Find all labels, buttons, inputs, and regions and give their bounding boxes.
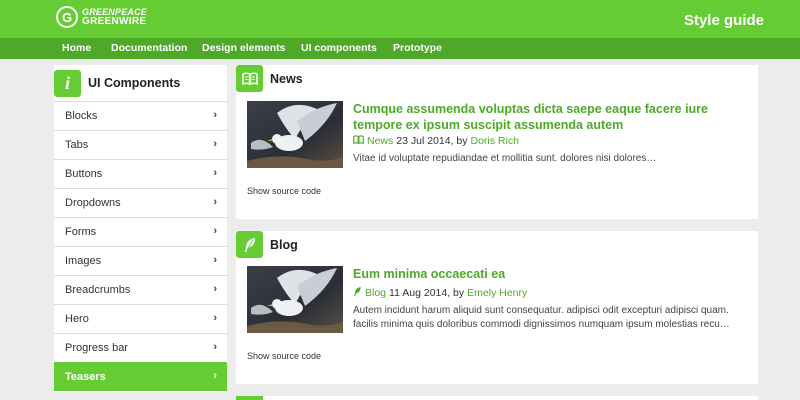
chevron-right-icon: › xyxy=(213,341,217,353)
teaser-date: 23 Jul 2014 xyxy=(396,135,451,147)
nav-item-prototype[interactable]: Prototype xyxy=(393,42,442,54)
chevron-right-icon: › xyxy=(213,225,217,237)
site-header: G GREENPEACE GREENWIRE Style guide xyxy=(0,0,800,38)
news-card: News Cumque assumenda voluptas dicta sae… xyxy=(236,65,758,219)
teaser-tag-link[interactable]: News xyxy=(367,135,393,147)
feather-icon xyxy=(236,231,263,258)
sidebar-item-progress-bar[interactable]: Progress bar › xyxy=(54,333,227,362)
chevron-right-icon: › xyxy=(213,370,217,382)
sidebar-item-teasers[interactable]: Teasers › xyxy=(54,362,227,391)
teaser-title-link[interactable]: Cumque assumenda voluptas dicta saepe ea… xyxy=(353,102,753,133)
site-title: Style guide xyxy=(683,12,764,29)
book-icon xyxy=(236,65,263,92)
logo-line2: GREENWIRE xyxy=(82,16,147,27)
chevron-right-icon: › xyxy=(213,109,217,121)
sidebar-item-breadcrumbs[interactable]: Breadcrumbs › xyxy=(54,275,227,304)
sidebar-header: i UI Components xyxy=(54,65,227,101)
teaser-author-link[interactable]: Emely Henry xyxy=(467,287,527,299)
greenpeace-logo[interactable]: G GREENPEACE GREENWIRE xyxy=(56,6,147,28)
teaser-image[interactable] xyxy=(247,101,343,168)
chevron-right-icon: › xyxy=(213,254,217,266)
sidebar-item-label: Blocks xyxy=(65,110,98,122)
sidebar-item-label: Images xyxy=(65,255,102,267)
sidebar-title: UI Components xyxy=(88,76,181,90)
chevron-right-icon: › xyxy=(213,312,217,324)
sidebar-item-hero[interactable]: Hero › xyxy=(54,304,227,333)
teaser-title-link[interactable]: Eum minima occaecati ea xyxy=(353,267,753,283)
sidebar-item-blocks[interactable]: Blocks › xyxy=(54,101,227,130)
sidebar-item-label: Breadcrumbs xyxy=(65,284,131,296)
teaser-date: 11 Aug 2014 xyxy=(389,287,448,299)
feather-icon xyxy=(353,286,362,300)
sidebar-item-label: Teasers xyxy=(65,371,106,383)
card-title: Blog xyxy=(270,237,298,252)
teaser-meta: News 23 Jul 2014 , by Doris Rich xyxy=(353,135,519,147)
logo-icon: G xyxy=(56,6,78,28)
teaser-author-link[interactable]: Doris Rich xyxy=(471,135,519,147)
sidebar-item-label: Tabs xyxy=(65,139,89,151)
sidebar-item-label: Dropdowns xyxy=(65,197,121,209)
teaser-excerpt: Autem incidunt harum aliquid sunt conseq… xyxy=(353,305,730,330)
nav-item-documentation[interactable]: Documentation xyxy=(111,42,187,54)
sidebar-item-forms[interactable]: Forms › xyxy=(54,217,227,246)
chevron-right-icon: › xyxy=(213,167,217,179)
teaser-excerpt: Vitae id voluptate repudiandae et mollit… xyxy=(353,153,657,164)
teaser-tag-link[interactable]: Blog xyxy=(365,287,386,299)
sidebar-item-buttons[interactable]: Buttons › xyxy=(54,159,227,188)
show-source-code-link[interactable]: Show source code xyxy=(247,186,321,196)
book-icon xyxy=(353,135,364,147)
teaser-meta: Blog 11 Aug 2014 , by Emely Henry xyxy=(353,286,527,300)
teaser-by: , by xyxy=(447,287,465,299)
sidebar: i UI Components Blocks › Tabs › Buttons … xyxy=(54,65,227,392)
nav-item-design-elements[interactable]: Design elements xyxy=(202,42,285,54)
nav-item-ui-components[interactable]: UI components xyxy=(301,42,377,54)
sidebar-item-label: Buttons xyxy=(65,168,103,180)
show-source-code-link[interactable]: Show source code xyxy=(247,351,321,361)
sidebar-item-label: Forms xyxy=(65,226,97,238)
card-title: News xyxy=(270,71,303,86)
chevron-right-icon: › xyxy=(213,196,217,208)
next-card xyxy=(236,396,758,400)
chevron-right-icon: › xyxy=(213,283,217,295)
blog-card: Blog Eum minima occaecati ea Blog 11 Aug… xyxy=(236,231,758,384)
info-icon: i xyxy=(54,69,81,97)
card-icon xyxy=(236,396,263,400)
sidebar-item-images[interactable]: Images › xyxy=(54,246,227,275)
nav-item-home[interactable]: Home xyxy=(62,42,91,54)
main-nav: Home Documentation Design elements UI co… xyxy=(0,38,800,59)
sidebar-item-tabs[interactable]: Tabs › xyxy=(54,130,227,159)
teaser-by: , by xyxy=(450,135,468,147)
sidebar-item-dropdowns[interactable]: Dropdowns › xyxy=(54,188,227,217)
teaser-image[interactable] xyxy=(247,266,343,333)
chevron-right-icon: › xyxy=(213,138,217,150)
sidebar-item-label: Hero xyxy=(65,313,89,325)
sidebar-item-label: Progress bar xyxy=(65,342,128,354)
